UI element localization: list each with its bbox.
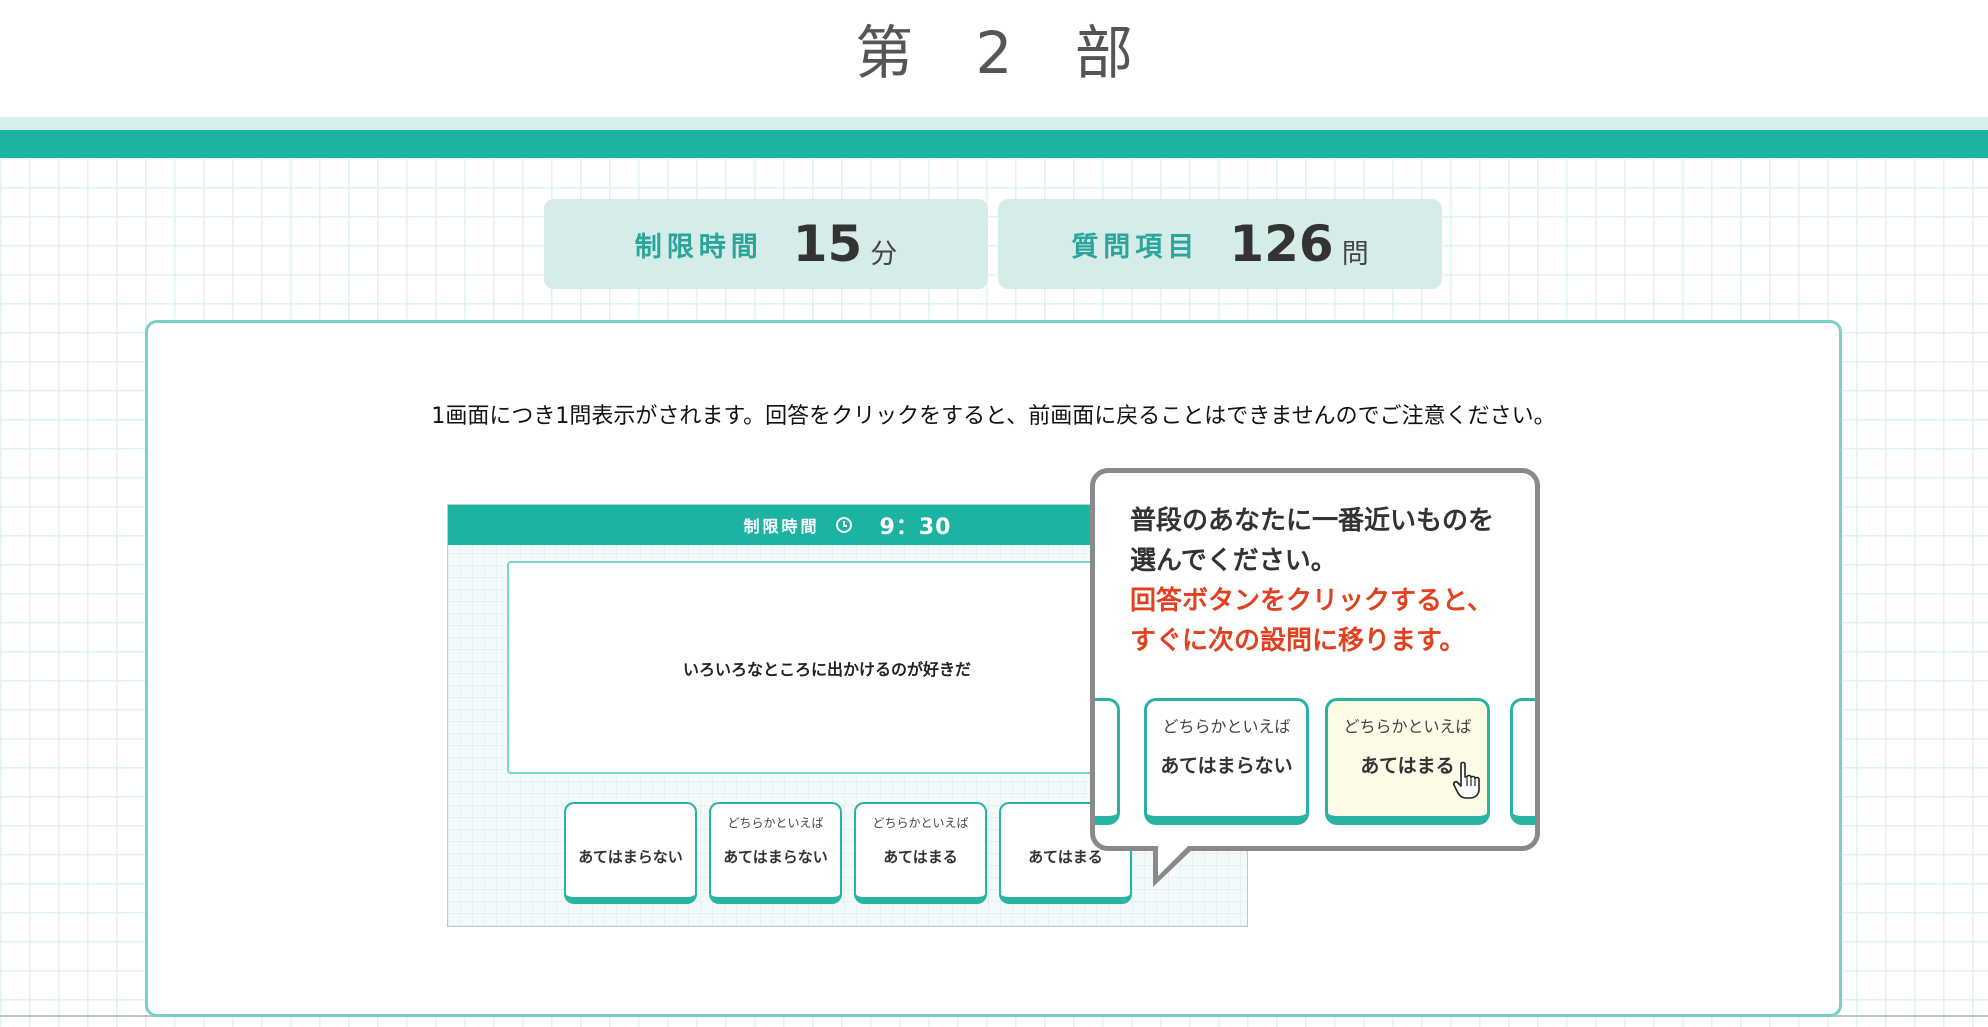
callout-line: 選んでください。 [1130, 546, 1337, 576]
time-limit-value: 15 [792, 215, 863, 273]
callout-answer-main: あてはまらない [1160, 755, 1293, 777]
question-count-box: 質問項目 126 問 [998, 199, 1442, 289]
preview-answer-main: あてはまる [883, 848, 958, 866]
preview-answer-button: どちらかといえば あてはまる [854, 802, 987, 904]
question-count-value: 126 [1229, 215, 1334, 273]
time-limit-label: 制限時間 [634, 231, 763, 263]
preview-question-text: いろいろなところに出かけるのが好きだ [682, 659, 971, 679]
preview-answer-sub: どちらかといえば [727, 816, 824, 830]
time-limit-unit: 分 [870, 238, 898, 270]
preview-answer-main: あてはまらない [578, 848, 683, 866]
preview-answer-button: あてはまらない [564, 802, 697, 904]
notice-text: 1画面につき1問表示がされます。回答をクリックをすると、前画面に戻ることはできま… [431, 404, 1556, 429]
preview-time-label: 制限時間 [743, 517, 820, 536]
preview-question-box: いろいろなところに出かけるのが好きだ [507, 561, 1147, 774]
title-area: 第 2 部 [0, 0, 1988, 117]
preview-answer-main: あてはまらない [723, 848, 828, 866]
callout-warning-line: すぐに次の設問に移ります。 [1130, 626, 1466, 656]
callout-answer-sub: どちらかといえば [1343, 717, 1472, 736]
preview-answer-sub: どちらかといえば [872, 816, 969, 830]
callout-answer-edge [1095, 698, 1120, 825]
page-title: 第 2 部 [855, 19, 1155, 87]
callout-answer-button: どちらかといえば あてはまらない [1144, 698, 1309, 825]
header-band-light [0, 117, 1988, 130]
preview-answer-button: どちらかといえば あてはまらない [709, 802, 842, 904]
callout-line: 普段のあなたに一番近いものを [1130, 506, 1495, 536]
preview-time-value: 9：30 [879, 515, 952, 540]
callout-tail-inner [1158, 846, 1188, 876]
callout-text: 普段のあなたに一番近いものを 選んでください。 回答ボタンをクリックすると、 す… [1130, 501, 1494, 661]
callout-warning-line: 回答ボタンをクリックすると、 [1130, 586, 1493, 616]
hand-pointer-icon [1452, 761, 1480, 799]
question-count-label: 質問項目 [1071, 231, 1200, 263]
time-limit-box: 制限時間 15 分 [544, 199, 988, 289]
clock-icon [835, 517, 852, 533]
question-count-unit: 問 [1341, 238, 1369, 270]
callout-answer-sub: どちらかといえば [1162, 717, 1291, 736]
header-band-teal [0, 130, 1988, 158]
callout-answer-edge [1510, 698, 1535, 825]
